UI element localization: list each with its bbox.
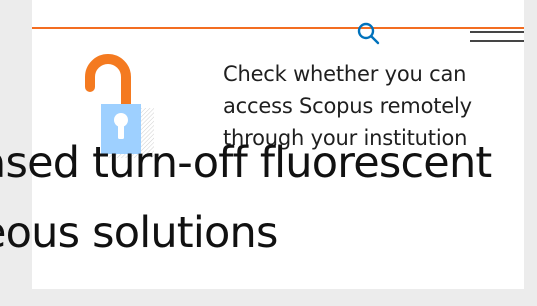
hamburger-menu-icon[interactable] [470, 31, 524, 47]
header-accent-line [32, 27, 524, 29]
menu-bar-top [470, 31, 524, 33]
remote-access-message[interactable]: Check whether you can access Scopus remo… [223, 58, 488, 154]
search-icon[interactable] [354, 22, 380, 48]
unlocked-padlock-icon [85, 54, 154, 158]
menu-bar-bottom [470, 40, 524, 42]
main-card: Check whether you can access Scopus remo… [32, 0, 524, 289]
